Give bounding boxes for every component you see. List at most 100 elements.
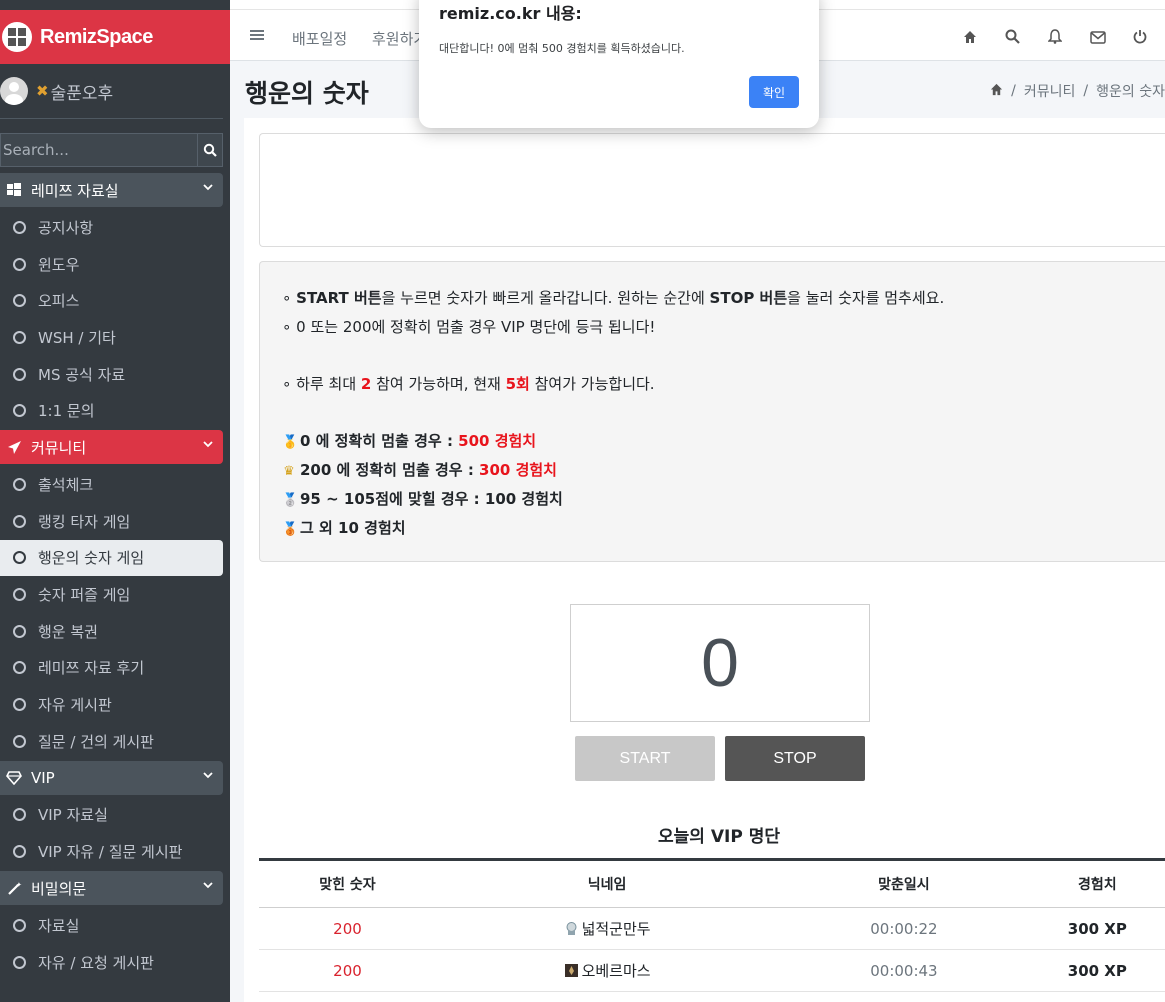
nav-section-secret-door[interactable]: ✦ 비밀의문 [0,871,223,905]
rule-line-3: ∘ 하루 최대 2 참여 가능하며, 현재 5회 참여가 가능합니다. [282,373,655,394]
circle-icon [13,330,26,344]
alert-ok-button[interactable]: 확인 [749,76,799,108]
hit-time: 00:00:22 [870,919,938,938]
column-header: 맞힌 숫자 [319,877,376,893]
rule-text: 참여 가능하며, 현재 [371,375,506,393]
sidebar-item-label: 오피스 [38,292,80,311]
sidebar-item-attendance[interactable]: 출석체크 [0,466,223,503]
sidebar-item-label: 레미쯔 자료 후기 [38,659,145,678]
nav-section-remiz-library[interactable]: 레미쯔 자료실 [0,173,223,207]
user-level-icon [564,964,578,977]
diamond-icon [5,770,23,785]
windows-logo-icon [2,22,32,52]
start-button[interactable]: START [575,736,715,781]
notifications-button[interactable] [1047,29,1063,48]
bronze-medal-icon: 🥉 [282,522,299,537]
search-button[interactable] [197,133,223,167]
messages-button[interactable] [1090,29,1106,48]
rule-line-2: ∘ 0 또는 200에 정확히 멈출 경우 VIP 명단에 등극 됩니다! [282,316,655,337]
start-button-ref: START 버튼 [296,289,382,307]
page-title: 행운의 숫자 [245,79,369,108]
sidebar-item-label: 1:1 문의 [38,402,95,421]
sidebar-item-request-board[interactable]: 자유 / 요청 게시판 [0,944,223,981]
windows-icon [5,183,23,197]
circle-icon [13,257,26,271]
nav-section-label: VIP [31,768,55,787]
alert-title: remiz.co.kr 내용: [439,4,582,23]
breadcrumb-home-link[interactable] [990,83,1003,100]
sidebar-item-office[interactable]: 오피스 [0,282,223,319]
search-button[interactable] [1005,29,1020,48]
circle-icon [13,734,26,748]
circle-icon [13,845,26,859]
sidebar-item-lottery[interactable]: 행운 복권 [0,613,223,650]
alert-message: 대단합니다! 0에 멈춰 500 경험치를 획득하셨습니다. [439,42,685,55]
bullet: ∘ [282,318,297,336]
sidebar-item-notice[interactable]: 공지사항 [0,209,223,246]
hit-time: 00:00:43 [870,961,938,980]
sidebar-item-ms-official[interactable]: MS 공식 자료 [0,356,223,393]
column-header: 경험치 [1077,877,1117,893]
stop-button[interactable]: STOP [725,736,865,781]
bullet: ∘ [282,375,297,393]
sidebar-item-number-puzzle[interactable]: 숫자 퍼즐 게임 [0,576,223,613]
rule-text: 을 눌러 숫자를 멈추세요. [787,289,945,307]
envelope-icon [1090,31,1106,44]
hit-number: 200 [333,961,362,980]
menu-toggle-button[interactable] [250,27,264,46]
sidebar-item-windows[interactable]: 윈도우 [0,246,223,283]
nav-section-vip[interactable]: VIP [0,760,223,795]
user-panel[interactable]: ✖ 술푼오후 [0,64,223,119]
sidebar-item-secret-library[interactable]: 자료실 [0,907,223,944]
reward-amount: 300 경험치 [479,461,557,479]
stop-button-ref: STOP 버튼 [709,289,788,307]
nav-section-label: 커뮤니티 [31,438,87,457]
logout-button[interactable] [1133,29,1147,48]
sidebar-item-wsh[interactable]: WSH / 기타 [0,319,223,356]
circle-icon [13,404,26,418]
circle-icon [13,588,26,602]
nickname-cell[interactable]: 오베르마스 [436,960,778,981]
chevron-down-icon [203,882,213,889]
silver-medal-icon: 🥈 [282,493,299,508]
rule-text: 하루 최대 [296,375,361,393]
sidebar-item-typing-game[interactable]: 랭킹 타자 게임 [0,503,223,540]
power-icon [1133,30,1147,44]
reward-line-4: 🥉 그 외 10 경험치 [282,517,406,538]
breadcrumb-parent[interactable]: 커뮤니티 [1024,81,1076,101]
user-badge-icon: ✖ [36,82,49,100]
search-input[interactable] [0,133,197,167]
nickname-cell[interactable]: 넓적군만두 [436,918,778,939]
avatar [0,77,28,105]
sidebar-search [0,133,223,167]
sidebar-item-qna-board[interactable]: 질문 / 건의 게시판 [0,723,223,760]
rule-line-1: ∘ START 버튼을 누르면 숫자가 빠르게 올라갑니다. 원하는 순간에 S… [282,287,944,308]
sidebar-item-lucky-number[interactable]: 행운의 숫자 게임 [0,539,223,577]
bell-icon [1047,29,1063,44]
brand-name: RemizSpace [40,25,153,48]
nickname: 넓적군만두 [581,920,651,938]
vip-list-title: 오늘의 VIP 명단 [658,827,780,847]
circle-icon [13,661,26,675]
sidebar-item-inquiry[interactable]: 1:1 문의 [0,392,223,429]
home-icon [964,31,976,43]
reward-line-3: 🥈 95 ~ 105점에 맞힐 경우 : 100 경험치 [282,488,563,509]
nav-section-community[interactable]: 커뮤니티 [0,430,223,465]
nav-link-release-schedule[interactable]: 배포일정 [292,28,347,49]
sidebar-item-label: 행운의 숫자 게임 [38,549,145,568]
experience: 300 XP [1067,919,1127,938]
circle-icon [13,955,26,969]
gold-medal-icon: 🥇 [282,435,299,450]
hamburger-icon [250,30,264,40]
ad-banner-area [259,133,1165,247]
circle-icon [13,477,26,491]
circle-icon [13,220,26,234]
home-button[interactable] [963,29,977,48]
sidebar-item-free-board[interactable]: 자유 게시판 [0,686,223,723]
sidebar-item-label: 랭킹 타자 게임 [38,512,131,531]
chevron-down-icon [203,771,213,778]
lucky-number-display: 0 [570,604,870,722]
sidebar-item-reviews[interactable]: 레미쯔 자료 후기 [0,650,223,687]
brand-logo-link[interactable]: RemizSpace [0,10,230,64]
circle-icon [13,551,26,565]
